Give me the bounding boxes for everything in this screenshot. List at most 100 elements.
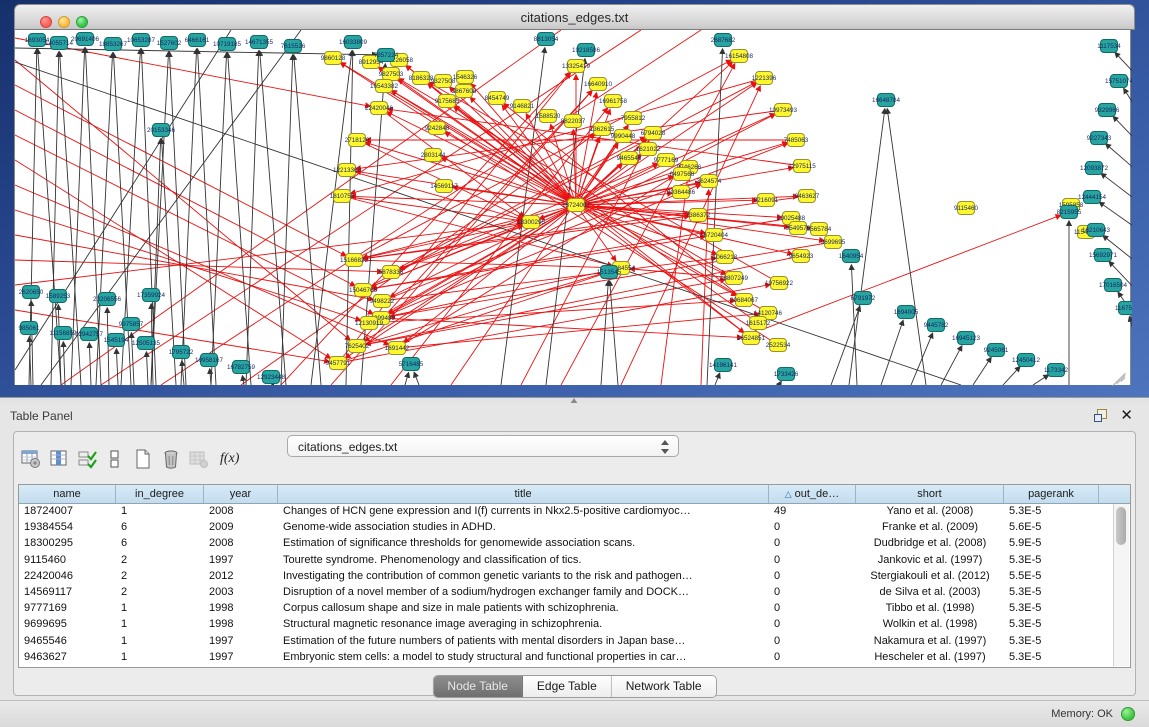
citation-edge-black[interactable] xyxy=(973,358,991,385)
table-row[interactable]: 946362711997Embryonic stem cells: a mode… xyxy=(19,650,1130,666)
citation-edge-black[interactable] xyxy=(182,361,184,385)
citation-edge-red[interactable] xyxy=(351,196,576,205)
network-node-yellow[interactable]: 1588520 xyxy=(536,110,561,123)
memory-status-icon[interactable] xyxy=(1121,707,1135,721)
network-node-yellow[interactable]: 12975115 xyxy=(788,160,816,173)
tab-network-table[interactable]: Network Table xyxy=(612,676,716,697)
network-node-yellow[interactable]: 1546326 xyxy=(453,71,478,84)
network-node-teal[interactable]: 20153346 xyxy=(147,124,176,137)
citation-edge-black[interactable] xyxy=(1099,202,1132,228)
network-node-yellow[interactable]: 13325419 xyxy=(562,60,591,73)
network-node-yellow[interactable]: 16961758 xyxy=(599,95,628,108)
network-node-teal[interactable]: 12450412 xyxy=(1012,354,1041,367)
citation-edge-black[interactable] xyxy=(1033,375,1048,385)
citation-edge-black[interactable] xyxy=(546,59,585,385)
network-node-yellow[interactable]: 16720404 xyxy=(700,229,729,242)
network-node-teal[interactable]: 5716485 xyxy=(399,358,424,371)
network-node-teal[interactable]: 9245061 xyxy=(984,344,1009,357)
network-node-yellow[interactable]: 9654923 xyxy=(789,250,814,263)
network-node-yellow[interactable]: 1810755 xyxy=(330,190,355,203)
citation-edge-black[interactable] xyxy=(210,369,211,385)
network-node-yellow[interactable]: 9146821 xyxy=(510,100,535,113)
network-canvas-svg[interactable]: 1872400718300295193845549860128891295418… xyxy=(15,30,1132,385)
column-header-out_de[interactable]: △out_de… xyxy=(769,485,856,503)
table-selector-dropdown[interactable]: citations_edges.txt xyxy=(287,435,679,457)
network-node-teal[interactable]: 14196141 xyxy=(709,359,738,372)
network-node-yellow[interactable]: 16154808 xyxy=(725,50,754,63)
column-header-short[interactable]: short xyxy=(856,485,1004,503)
citation-edge-red[interactable] xyxy=(397,314,759,348)
network-node-teal[interactable]: 1733426 xyxy=(774,368,799,381)
network-node-yellow[interactable]: 9115460 xyxy=(954,202,979,215)
table-row[interactable]: 1938455462009Genome-wide association stu… xyxy=(19,520,1130,536)
citation-edge-black[interactable] xyxy=(414,372,419,385)
resize-grip-icon[interactable] xyxy=(1112,367,1128,383)
table-row[interactable]: 1830029562008Estimation of significance … xyxy=(19,536,1130,552)
network-node-teal[interactable]: 12093872 xyxy=(1080,162,1109,175)
delete-column-icon[interactable] xyxy=(160,448,182,470)
citation-edge-red[interactable] xyxy=(392,91,576,205)
network-node-teal[interactable]: 1545194 xyxy=(104,334,129,347)
citation-edge-black[interactable] xyxy=(849,109,885,385)
citation-edge-black[interactable] xyxy=(1115,53,1132,75)
network-node-teal[interactable]: 1795722 xyxy=(169,346,194,359)
network-node-yellow[interactable]: 9463627 xyxy=(795,190,820,203)
network-node-teal[interactable]: 9445782 xyxy=(924,319,949,332)
network-node-yellow[interactable]: 9990448 xyxy=(611,130,636,143)
citation-edge-black[interactable] xyxy=(260,51,286,385)
network-node-teal[interactable]: 19218586 xyxy=(572,44,601,57)
network-node-teal[interactable]: 1589253 xyxy=(46,290,71,303)
citation-edge-black[interactable] xyxy=(311,51,352,385)
network-node-yellow[interactable]: 9827503 xyxy=(379,68,404,81)
citation-edge-black[interactable] xyxy=(610,281,618,385)
citation-edge-black[interactable] xyxy=(1129,317,1132,340)
citation-edge-red[interactable] xyxy=(661,176,688,385)
citation-edge-black[interactable] xyxy=(346,51,353,385)
table-mode-icon[interactable] xyxy=(20,448,42,470)
network-node-teal[interactable]: 985061 xyxy=(18,322,40,335)
citation-edge-black[interactable] xyxy=(851,265,857,385)
scrollbar-thumb[interactable] xyxy=(1116,507,1126,545)
network-node-yellow[interactable]: 9777169 xyxy=(654,154,679,167)
citation-edge-black[interactable] xyxy=(1106,144,1132,170)
citation-edge-black[interactable] xyxy=(881,321,903,385)
network-node-yellow[interactable]: 16543382 xyxy=(370,80,399,93)
network-node-teal[interactable]: 16648784 xyxy=(872,94,901,107)
network-node-yellow[interactable]: 16640910 xyxy=(584,78,613,91)
float-panel-icon[interactable] xyxy=(1094,409,1107,422)
table-row[interactable]: 969969511998Structural magnetic resonanc… xyxy=(19,617,1130,633)
network-node-teal[interactable]: 9227343 xyxy=(1087,132,1112,145)
network-node-yellow[interactable]: 7625402 xyxy=(345,340,370,353)
network-node-teal[interactable]: 18853267 xyxy=(99,38,128,51)
network-node-yellow[interactable]: 9860128 xyxy=(321,52,346,65)
network-node-teal[interactable]: 1167534 xyxy=(1115,302,1132,315)
network-node-yellow[interactable]: 1221396 xyxy=(752,72,777,85)
network-node-teal[interactable]: 10653287 xyxy=(127,34,156,47)
network-node-yellow[interactable]: 1691442 xyxy=(385,342,410,355)
show-column-icon[interactable] xyxy=(48,448,70,470)
citation-edge-red[interactable] xyxy=(61,30,561,385)
column-header-in_degree[interactable]: in_degree xyxy=(116,485,204,503)
network-node-teal[interactable]: 14671355 xyxy=(245,36,274,49)
citation-edge-red[interactable] xyxy=(15,85,346,256)
network-node-teal[interactable]: 16945123 xyxy=(952,332,981,345)
network-node-teal[interactable]: 20691406 xyxy=(71,33,100,46)
network-node-teal[interactable]: 7615526 xyxy=(281,40,306,53)
network-node-yellow[interactable]: 8216091 xyxy=(754,194,779,207)
tab-edge-table[interactable]: Edge Table xyxy=(523,676,612,697)
citation-edge-red[interactable] xyxy=(369,301,735,323)
column-header-title[interactable]: title xyxy=(278,485,769,503)
citation-edge-black[interactable] xyxy=(1003,367,1020,385)
citation-edge-black[interactable] xyxy=(211,53,227,385)
network-node-yellow[interactable]: 1066218 xyxy=(713,251,738,264)
tab-node-table[interactable]: Node Table xyxy=(433,676,523,697)
network-node-teal[interactable]: 12505135 xyxy=(132,337,161,350)
network-node-yellow[interactable]: 2803144 xyxy=(421,149,446,162)
citation-edge-black[interactable] xyxy=(715,373,720,385)
network-node-teal[interactable]: 10719185 xyxy=(213,38,242,51)
network-node-teal[interactable]: 1527602 xyxy=(157,37,182,50)
table-vertical-scrollbar[interactable] xyxy=(1113,504,1129,666)
network-node-yellow[interactable]: 6794028 xyxy=(641,127,666,140)
column-header-pagerank[interactable]: pagerank xyxy=(1004,485,1099,503)
citation-edge-black[interactable] xyxy=(1124,89,1132,108)
